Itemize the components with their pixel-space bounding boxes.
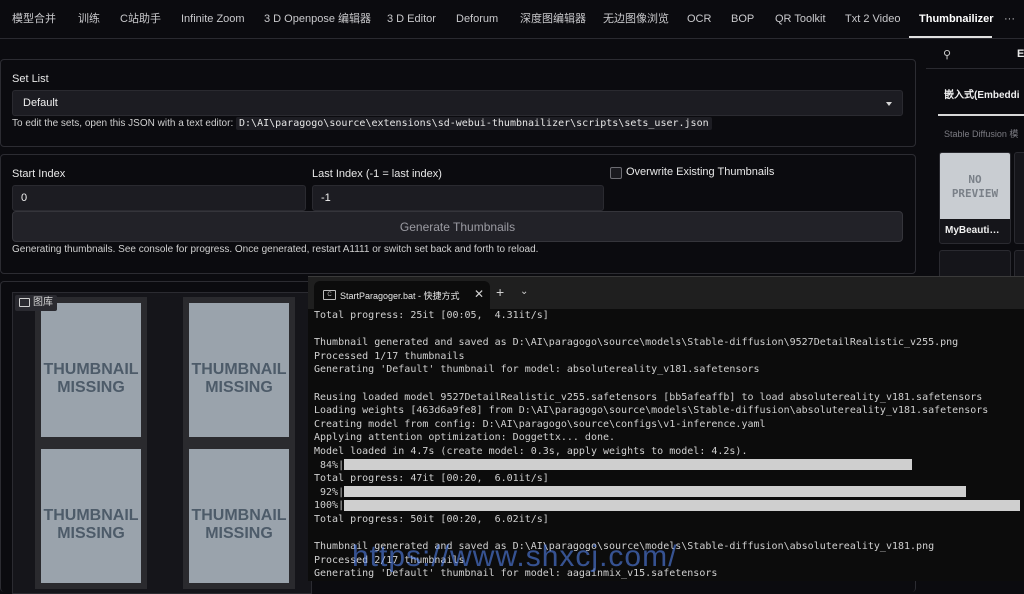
- set-list-value: Default: [23, 97, 58, 109]
- start-index-label: Start Index: [12, 168, 66, 180]
- gallery-label: 图库: [15, 295, 57, 311]
- set-list-hint: To edit the sets, open this JSON with a …: [12, 117, 712, 130]
- progress-bar: [344, 459, 913, 471]
- tab-depth-editor[interactable]: 深度图编辑器: [520, 0, 586, 38]
- terminal-tab-title: StartParagoger.bat - 快捷方式: [340, 291, 460, 301]
- extra-networks-header-letter: E: [1017, 48, 1024, 60]
- set-list-json-path: D:\AI\paragogo\source\extensions\sd-webu…: [236, 117, 712, 130]
- set-list-label: Set List: [12, 73, 49, 85]
- tab-ocr[interactable]: OCR: [687, 0, 711, 38]
- new-tab-icon[interactable]: +: [496, 284, 504, 300]
- more-tabs-icon[interactable]: ···: [1004, 0, 1015, 38]
- pin-icon[interactable]: ⚲: [943, 48, 951, 61]
- thumbnail-missing-text: THUMBNAIL: [191, 507, 287, 524]
- gallery-thumbnail[interactable]: THUMBNAIL MISSING: [183, 443, 295, 589]
- main-tab-bar: 模型合并 训练 C站助手 Infinite Zoom 3 D Openpose …: [0, 0, 1024, 39]
- tab-civitai-helper[interactable]: C站助手: [120, 0, 161, 38]
- extra-network-card-title: MyBeauti…: [945, 225, 1000, 236]
- last-index-label: Last Index (-1 = last index): [312, 168, 442, 180]
- tab-train[interactable]: 训练: [78, 0, 100, 38]
- tab-3d-editor[interactable]: 3 D Editor: [387, 0, 436, 38]
- gallery-thumbnail[interactable]: THUMBNAIL MISSING: [35, 443, 147, 589]
- set-list-dropdown[interactable]: Default: [12, 90, 903, 116]
- start-index-input[interactable]: 0: [12, 185, 306, 211]
- tab-model-merge[interactable]: 模型合并: [12, 0, 56, 38]
- thumbnail-missing-text: MISSING: [205, 379, 273, 396]
- set-list-panel: Set List Default To edit the sets, open …: [0, 59, 916, 147]
- thumbnail-missing-text: THUMBNAIL: [43, 507, 139, 524]
- terminal-line: Reusing loaded model 9527DetailRealistic…: [314, 391, 983, 403]
- terminal-line: Model loaded in 4.7s (create model: 0.3s…: [314, 445, 748, 457]
- terminal-tab-bar: C StartParagoger.bat - 快捷方式 ✕ + ⌄: [308, 277, 1024, 309]
- gallery-thumbnail[interactable]: THUMBNAIL MISSING: [35, 297, 147, 443]
- extra-network-card[interactable]: [1014, 152, 1024, 244]
- thumbnail-missing-text: THUMBNAIL: [191, 361, 287, 378]
- chevron-down-icon[interactable]: ⌄: [520, 286, 528, 297]
- terminal-line: Total progress: 25it [00:05, 4.31it/s]: [314, 310, 549, 321]
- progress-line: 84%|: [314, 459, 1024, 473]
- tab-deforum[interactable]: Deforum: [456, 0, 498, 38]
- tab-txt2video[interactable]: Txt 2 Video: [845, 0, 900, 38]
- progress-percent: 100%|: [314, 500, 345, 512]
- tab-image-browser[interactable]: 无边图像浏览: [603, 0, 669, 38]
- thumbnail-missing-text: THUMBNAIL: [43, 361, 139, 378]
- generate-panel: Start Index 0 Last Index (-1 = last inde…: [0, 154, 916, 274]
- progress-percent: 92%|: [314, 486, 345, 498]
- tab-bop[interactable]: BOP: [731, 0, 754, 38]
- progress-percent: 84%|: [314, 459, 345, 471]
- terminal-line: Processed 1/17 thumbnails: [314, 350, 465, 362]
- tab-thumbnailizer[interactable]: Thumbnailizer: [919, 0, 994, 38]
- gallery-label-text: 图库: [33, 297, 53, 308]
- terminal-line: Total progress: 50it [00:20, 6.02it/s]: [314, 513, 549, 525]
- active-tab-indicator: [909, 36, 992, 38]
- no-preview-text: NO: [968, 173, 982, 186]
- generate-thumbnails-button[interactable]: Generate Thumbnails: [12, 211, 903, 242]
- last-index-input[interactable]: -1: [312, 185, 604, 211]
- tab-qr-toolkit[interactable]: QR Toolkit: [775, 0, 826, 38]
- terminal-line: Applying attention optimization: Doggett…: [314, 432, 616, 444]
- thumbnail-missing-text: MISSING: [57, 525, 125, 542]
- search-placeholder: Stable Diffusion 模: [944, 129, 1019, 139]
- image-icon: [19, 298, 30, 307]
- extra-network-card[interactable]: NO PREVIEW MyBeauti…: [939, 152, 1011, 244]
- overwrite-label: Overwrite Existing Thumbnails: [626, 166, 775, 178]
- tab-embedding[interactable]: 嵌入式(Embeddi: [938, 78, 1024, 116]
- watermark-text: https://www.shxcj.com/: [352, 540, 678, 573]
- no-preview-image: NO PREVIEW: [940, 153, 1010, 219]
- chevron-down-icon: [886, 102, 892, 106]
- set-list-hint-text: To edit the sets, open this JSON with a …: [12, 118, 234, 129]
- progress-line: 100%|: [314, 499, 1024, 513]
- progress-line: 92%|: [314, 486, 1024, 500]
- terminal-window: C StartParagoger.bat - 快捷方式 ✕ + ⌄ Total …: [308, 276, 1024, 581]
- thumbnail-missing-text: MISSING: [205, 525, 273, 542]
- thumbnail-missing-text: MISSING: [57, 379, 125, 396]
- tab-infinite-zoom[interactable]: Infinite Zoom: [181, 0, 245, 38]
- gallery: THUMBNAIL MISSING THUMBNAIL MISSING THUM…: [12, 292, 312, 594]
- overwrite-checkbox[interactable]: [610, 167, 622, 179]
- extra-networks-header: ⚲ E: [926, 42, 1024, 69]
- no-preview-text: PREVIEW: [951, 187, 999, 200]
- tab-embedding-label: 嵌入式(Embeddi: [944, 90, 1020, 101]
- extra-networks-search[interactable]: Stable Diffusion 模: [938, 122, 1024, 146]
- terminal-line: Generating 'Default' thumbnail for model…: [314, 364, 760, 376]
- terminal-line: Thumbnail generated and saved as D:\AI\p…: [314, 337, 959, 349]
- terminal-line: Loading weights [463d6a9fe8] from D:\AI\…: [314, 405, 989, 417]
- terminal-icon: C: [323, 290, 336, 300]
- terminal-line: Total progress: 47it [00:20, 6.01it/s]: [314, 473, 549, 485]
- progress-bar: [344, 499, 1021, 511]
- progress-bar: [344, 486, 967, 498]
- tab-3d-openpose[interactable]: 3 D Openpose 编辑器: [264, 0, 371, 38]
- terminal-line: Creating model from config: D:\AI\parago…: [314, 418, 766, 430]
- gallery-thumbnail[interactable]: THUMBNAIL MISSING: [183, 297, 295, 443]
- generate-status-text: Generating thumbnails. See console for p…: [12, 244, 539, 255]
- terminal-tab[interactable]: C StartParagoger.bat - 快捷方式 ✕: [314, 281, 490, 309]
- close-icon[interactable]: ✕: [474, 287, 484, 301]
